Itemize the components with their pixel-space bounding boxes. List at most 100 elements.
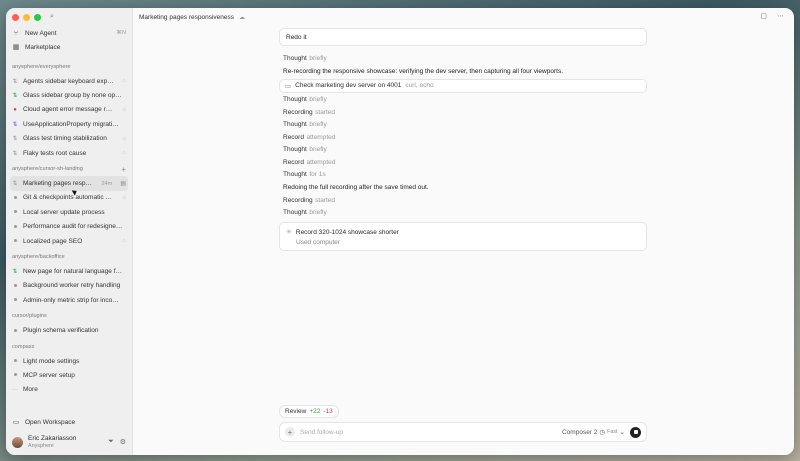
ellipsis-icon: ··· [12,386,18,393]
status-dot-icon [12,328,18,334]
archive-icon[interactable]: ⌂ [122,136,126,142]
new-agent-button[interactable]: ⑂ New Agent ⌘N [6,26,132,40]
log-record[interactable]: Record attempted [283,131,647,144]
group-header[interactable]: anysphere/cursor-sh-landing + [6,162,132,176]
status-dot-icon [12,224,18,230]
sidebar-item[interactable]: Admin-only metric strip for inco… [6,293,132,307]
avatar [12,436,23,448]
log-thought[interactable]: Thought for 1s [283,169,647,182]
log-thought[interactable]: Thought briefly [283,119,647,132]
gear-icon[interactable]: ⚙ [120,438,126,446]
status-dot-icon [12,372,18,378]
group-name: anysphere/everysphere [12,64,71,70]
archive-icon[interactable]: ⌂ [122,78,126,84]
review-button[interactable]: Review +22 -13 [279,405,339,418]
error-dot-icon: ● [13,106,17,113]
filter-icon[interactable]: ⏷ [108,438,114,446]
branch-icon: ⇅ [12,93,18,100]
user-org: Anysphere [28,442,54,449]
follow-up-input[interactable] [300,428,557,436]
item-label: New page for natural language f… [23,267,123,275]
user-message[interactable]: Redo it [279,28,647,46]
new-agent-shortcut: ⌘N [116,30,126,36]
tool-call[interactable]: ▭ Check marketing dev server on 4001 cur… [279,78,647,93]
sidebar-item-active[interactable]: ⇅ Marketing pages respon… 24m ▤ [10,176,128,191]
item-label: Marketing pages respon… [23,180,94,188]
group-name: anysphere/cursor-sh-landing [12,166,83,173]
add-agent-icon[interactable]: + [121,165,126,174]
minimize-window-button[interactable] [23,13,30,21]
log-recording[interactable]: Recording started [283,194,647,207]
computer-use-card[interactable]: ✳ Record 320-1024 showcase shorter Used … [279,222,647,251]
sidebar-item[interactable]: Local server update process [6,205,132,219]
sidebar-item[interactable]: Localized page SEO ⌂ [6,234,132,248]
model-selector[interactable]: Composer 2 ◷ Fast ⌄ [562,428,625,437]
item-label: Git & checkpoints automatic c… [23,194,115,202]
close-window-button[interactable] [12,13,19,21]
more-label: More [23,386,38,394]
window-controls: ⌕ [6,8,132,26]
sidebar-item[interactable]: ⇅ Glass sidebar group by none op… [6,88,132,102]
user-name: Eric Zakariasson [28,435,77,443]
archive-icon[interactable]: ⌂ [122,107,126,113]
group-header[interactable]: compass [6,340,132,354]
sidebar-item[interactable]: ● Cloud agent error message re… ⌂ [6,103,132,117]
archive-icon[interactable]: ▤ [120,180,126,187]
archive-icon[interactable]: ⌂ [122,150,126,156]
more-options-icon[interactable]: ⋯ [777,12,784,20]
sidebar-item[interactable]: ⇅ UseApplicationProperty migrati… [6,117,132,131]
add-context-button[interactable]: + [285,427,295,437]
sidebar-item[interactable]: ⇅ New page for natural language f… [6,264,132,278]
status-dot-icon [12,297,18,303]
review-label: Review [285,408,307,415]
user-profile[interactable]: Eric Zakariasson Anysphere ⏷ ⚙ [6,431,132,455]
group-header[interactable]: anysphere/backoffice [6,250,132,264]
folder-icon: ▭ [12,419,20,427]
sidebar-item[interactable]: MCP server setup [6,368,132,382]
log-thought[interactable]: Thought briefly [283,94,647,107]
archive-icon[interactable]: ⌂ [122,195,126,201]
model-speed: Fast [607,429,618,435]
sidebar-item[interactable]: ⇅ Glass test timing stabilization ⌂ [6,132,132,146]
item-label: Cloud agent error message re… [23,106,115,114]
stop-button[interactable] [630,426,641,438]
status-dot-icon [12,283,18,289]
chevron-down-icon: ⌄ [619,429,625,436]
card-subtitle: Used computer [296,239,341,246]
item-label: Light mode settings [23,357,80,365]
assistant-message: Re-recording the responsive showcase: ve… [283,67,564,75]
archive-icon[interactable]: ⌂ [122,238,126,244]
group-name: anysphere/backoffice [12,254,65,261]
zoom-window-button[interactable] [34,13,41,21]
item-label: Plugin schema verification [23,327,99,335]
group-header[interactable]: anysphere/everysphere [6,60,132,74]
status-dot-icon [12,209,18,215]
sidebar-item[interactable]: Light mode settings [6,354,132,368]
new-agent-icon: ⑂ [13,29,19,37]
lines-removed: -13 [323,408,333,415]
app-window: ⌕ ⑂ New Agent ⌘N ▦ Marketplace anysphere… [6,8,794,455]
log-recording[interactable]: Recording started [283,106,647,119]
item-time: 24m [101,180,113,187]
sidebar: ⌕ ⑂ New Agent ⌘N ▦ Marketplace anysphere… [6,8,133,455]
sidebar-item[interactable]: ⇅ Flaky tests root cause ⌂ [6,146,132,160]
sidebar-item[interactable]: Performance audit for redesigne… [6,220,132,234]
log-thought[interactable]: Thought briefly [283,52,647,65]
log-record[interactable]: Record attempted [283,156,647,169]
open-workspace-label: Open Workspace [25,418,76,426]
item-label: Localized page SEO [23,237,83,245]
log-thought[interactable]: Thought briefly [283,144,647,157]
group-name: compass [12,343,35,350]
sidebar-item[interactable]: Plugin schema verification [6,323,132,337]
search-icon[interactable]: ⌕ [50,13,54,21]
open-workspace-button[interactable]: ▭ Open Workspace [6,415,132,429]
log-thought[interactable]: Thought briefly [283,207,647,220]
minimize-panel-icon[interactable]: ▢ [760,12,767,20]
conversation-title: Marketing pages responsiveness [139,13,235,21]
marketplace-button[interactable]: ▦ Marketplace [6,40,132,54]
more-button[interactable]: ··· More [6,383,132,397]
group-header[interactable]: cursor/plugins [6,309,132,323]
sidebar-item[interactable]: ⇅ Agents sidebar keyboard expe… ⌂ [6,74,132,88]
sidebar-item[interactable]: Git & checkpoints automatic c… ⌂ [6,191,132,205]
sidebar-item[interactable]: Background worker retry handling [6,279,132,293]
